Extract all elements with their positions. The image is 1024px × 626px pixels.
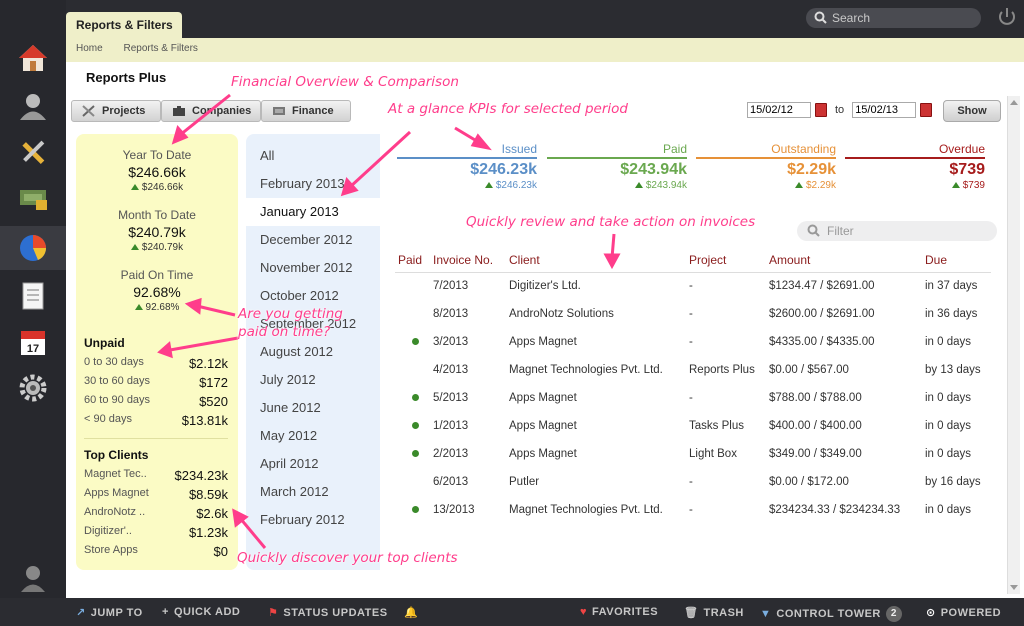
control-tower-label: CONTROL TOWER: [776, 608, 881, 620]
app-window: 17 Reports & Filters Search Home Reports…: [0, 0, 1024, 626]
annotation-kpis: At a glance KPIs for selected period: [388, 101, 628, 117]
oc-logo-icon: ⊙: [926, 607, 936, 619]
trash-label: TRASH: [703, 606, 744, 619]
powered-by-link[interactable]: ⊙ POWERED: [926, 606, 1002, 620]
flag-icon: ⚑: [268, 607, 279, 619]
plus-icon: +: [162, 606, 169, 618]
jump-to-label: JUMP TO: [90, 606, 143, 619]
jump-arrow-icon: ↗: [76, 607, 86, 619]
arrow-clients: [238, 517, 267, 549]
annotation-financial: Financial Overview & Comparison: [231, 74, 459, 90]
annotation-clients: Quickly discover your top clients: [237, 550, 458, 566]
favorites-label: FAVORITES: [592, 606, 659, 618]
bell-icon: 🔔: [404, 607, 419, 619]
trash-icon: 🗑: [684, 607, 699, 619]
arrow-financial: [179, 93, 231, 137]
quick-add-button[interactable]: + QUICK ADD: [162, 606, 240, 618]
arrow-paid-on-time: [196, 304, 236, 317]
powered-label: POWERED: [940, 606, 1002, 619]
control-tower-button[interactable]: ▼ CONTROL TOWER 2: [760, 606, 902, 622]
favorites-button[interactable]: ♥ FAVORITES: [580, 606, 658, 618]
jump-to-button[interactable]: ↗ JUMP TO: [76, 606, 143, 620]
arrow-unpaid: [169, 336, 239, 352]
bottom-bar: ↗ JUMP TO + QUICK ADD ⚑ STATUS UPDATES 🔔…: [0, 598, 1024, 626]
control-tower-badge: 2: [885, 606, 902, 622]
annotation-invoices: Quickly review and take action on invoic…: [466, 214, 756, 230]
arrow-period: [348, 130, 412, 189]
annotation-arrows: [157, 93, 621, 549]
status-updates-label: STATUS UPDATES: [283, 606, 388, 619]
annotation-paid-on-time-2: paid on time?: [238, 324, 331, 340]
heart-icon: ♥: [580, 606, 588, 618]
annotation-paid-on-time-1: Are you getting: [238, 306, 343, 322]
trash-button[interactable]: 🗑 TRASH: [684, 606, 744, 620]
status-updates-button[interactable]: ⚑ STATUS UPDATES: [268, 606, 388, 620]
quick-add-label: QUICK ADD: [173, 606, 241, 618]
tower-icon: ▼: [760, 608, 772, 620]
notifications-bell-icon[interactable]: 🔔: [404, 606, 418, 619]
